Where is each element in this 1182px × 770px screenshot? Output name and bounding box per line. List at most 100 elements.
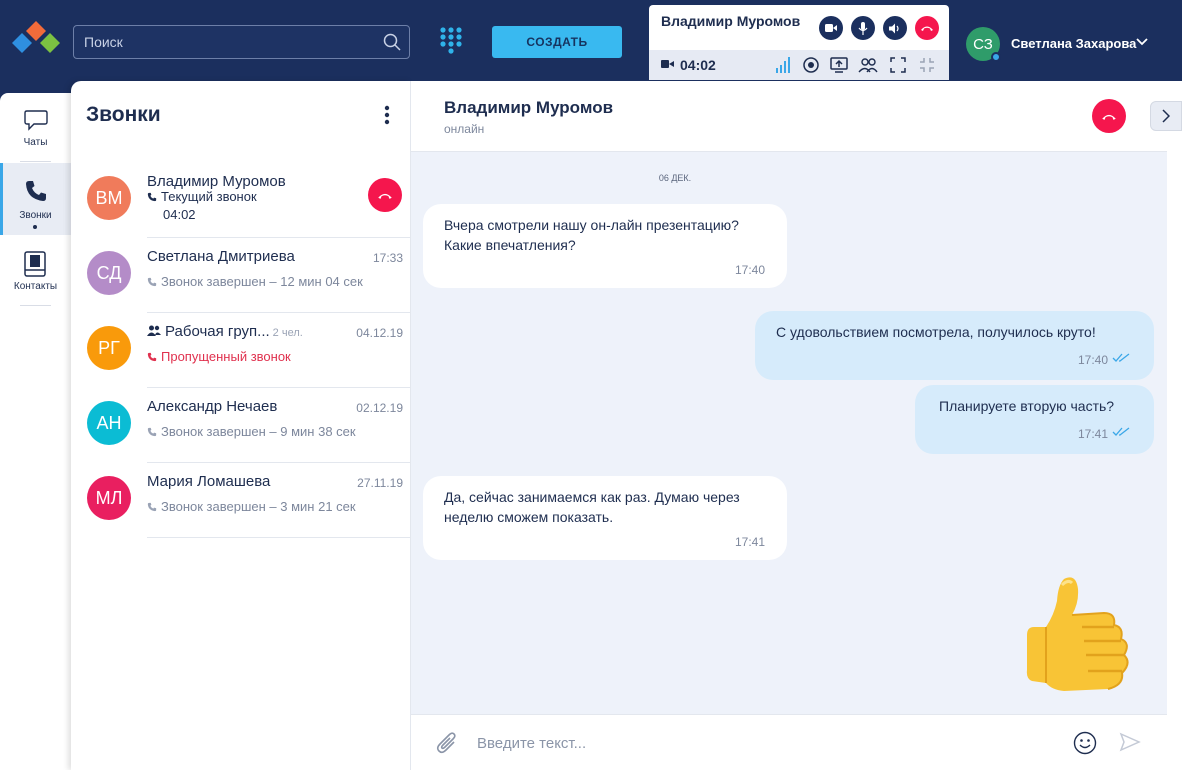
call-list-item[interactable]: РГ Рабочая груп... 2 чел. 04.12.19 Пропущ… [71,313,411,388]
online-status-dot [991,52,1001,62]
user-name[interactable]: Светлана Захарова [1011,36,1136,51]
paperclip-icon[interactable] [436,731,458,755]
message-text: Вчера смотрели нашу он-лайн презентацию?… [444,217,739,253]
message-time: 17:41 [1077,427,1108,441]
message-text: Планируете вторую часть? [939,398,1115,414]
chevron-right-icon [1162,109,1170,123]
group-members-count: 2 чел. [272,327,303,339]
search-box[interactable] [73,25,410,59]
call-status: Текущий звонок [147,189,257,204]
message-input[interactable] [477,732,1037,754]
microphone-icon [858,21,868,35]
call-status: Звонок завершен – 3 мин 21 сек [147,499,356,514]
nav-label-calls: Звонки [19,210,52,221]
video-status-icon [661,60,674,68]
speaker-button[interactable] [883,16,907,40]
phone-icon [147,502,157,512]
call-status-text: Звонок завершен – 12 мин 04 сек [161,274,363,289]
hangup-icon [1102,114,1116,120]
incoming-message[interactable]: Вчера смотрели нашу он-лайн презентацию?… [423,204,787,288]
active-call-name: Владимир Муромов [661,13,801,29]
avatar: МЛ [87,476,131,520]
phone-icon [147,192,157,202]
call-controls-bar: 04:02 [649,50,949,80]
date-separator: 06 ДЕК. [658,173,692,183]
message-time: 17:40 [734,263,765,277]
call-status: Звонок завершен – 9 мин 38 сек [147,424,356,439]
call-list-item[interactable]: МЛ Мария Ломашева 27.11.19 Звонок заверш… [71,463,411,538]
contact-name: Александр Нечаев [147,398,278,415]
read-check-icon [1112,353,1130,362]
top-bar: СОЗДАТЬ Владимир Муромов 04:02 СЗ Светла… [0,0,1182,81]
nav-item-calls[interactable]: Звонки [0,163,71,235]
call-time: 27.11.19 [357,476,403,490]
create-button[interactable]: СОЗДАТЬ [492,26,622,58]
signal-icon [776,57,790,73]
avatar: РГ [87,326,131,370]
incoming-message[interactable]: Да, сейчас занимаемся как раз. Думаю чер… [423,476,787,560]
outgoing-message[interactable]: С удовольствием посмотрела, получилось к… [755,311,1154,380]
nav-item-chats[interactable]: Чаты [0,93,71,163]
row-divider [147,537,411,538]
app-logo[interactable] [9,21,63,61]
phone-icon [147,277,157,287]
end-call-button[interactable] [368,178,402,212]
contacts-book-icon [24,251,46,277]
call-time: 17:33 [372,251,403,265]
screen-share-icon[interactable] [829,55,849,75]
nav-item-contacts[interactable]: Контакты [0,235,71,305]
send-icon[interactable] [1119,732,1141,752]
call-status: Пропущенный звонок [147,349,291,364]
video-button[interactable] [819,16,843,40]
nav-divider [20,305,51,306]
active-call-panel: Владимир Муромов 04:02 [649,5,949,80]
contact-name: Владимир Муромов [147,173,286,190]
contact-name: Рабочая груп... 2 чел. [147,323,303,340]
message-time: 17:41 [734,535,765,549]
end-call-button[interactable] [915,16,939,40]
read-check-icon [1112,427,1130,436]
chat-panel: Владимир Муромов онлайн 06 ДЕК. Вчера см… [411,81,1167,770]
phone-icon [147,427,157,437]
emoji-icon[interactable] [1073,731,1097,755]
call-status: Звонок завершен – 12 мин 04 сек [147,274,363,289]
group-name: Рабочая груп... [165,323,270,340]
call-status-text: Пропущенный звонок [161,349,291,364]
chat-header: Владимир Муромов онлайн [411,81,1167,152]
dialpad-icon[interactable] [439,26,463,56]
fullscreen-icon[interactable] [888,55,908,75]
exit-fullscreen-icon[interactable] [917,55,937,75]
call-list-item[interactable]: ВМ Владимир Муромов Текущий звонок 04:02 [71,163,411,238]
call-list-item[interactable]: АН Александр Нечаев 02.12.19 Звонок заве… [71,388,411,463]
hangup-icon [921,26,933,31]
contact-name: Мария Ломашева [147,473,271,490]
end-call-button[interactable] [1092,99,1126,133]
chevron-down-icon[interactable] [1136,38,1148,46]
message-composer [411,714,1167,770]
microphone-button[interactable] [851,16,875,40]
chat-contact-status: онлайн [444,122,485,136]
outgoing-message[interactable]: Планируете вторую часть? 17:41 [915,385,1154,454]
missed-call-icon [147,352,157,362]
record-icon[interactable] [801,55,821,75]
call-timer: 04:02 [163,207,196,222]
more-options-icon[interactable] [384,105,390,125]
left-navigation: Чаты Звонки Контакты [0,93,71,770]
expand-panel-button[interactable] [1150,101,1182,131]
right-panel-edge [1167,81,1182,770]
avatar: ВМ [87,176,131,220]
camera-icon [825,24,837,32]
call-time: 04.12.19 [356,326,403,340]
chat-contact-name[interactable]: Владимир Муромов [444,98,613,118]
call-status-text: Звонок завершен – 9 мин 38 сек [161,424,356,439]
search-icon[interactable] [383,33,401,51]
avatar: АН [87,401,131,445]
message-text: Да, сейчас занимаемся как раз. Думаю чер… [444,489,740,525]
thumbs-up-sticker[interactable] [1024,575,1139,697]
call-status-text: Текущий звонок [161,189,257,204]
call-list-item[interactable]: СД Светлана Дмитриева 17:33 Звонок завер… [71,238,411,313]
panel-title: Звонки [86,103,161,126]
calls-panel: Звонки ВМ Владимир Муромов Текущий звоно… [71,81,411,770]
search-input[interactable] [84,32,374,52]
participants-icon[interactable] [858,55,878,75]
